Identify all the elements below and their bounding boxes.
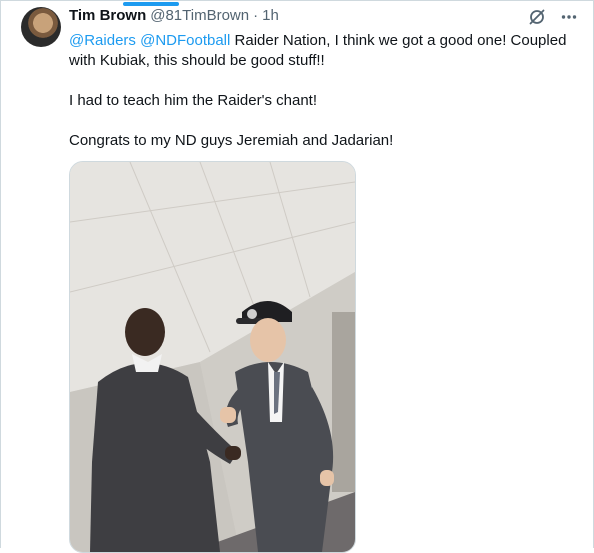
more-icon[interactable] — [559, 7, 579, 27]
tweet-text: @Raiders @NDFootball Raider Nation, I th… — [69, 31, 581, 151]
grok-slash-icon[interactable] — [527, 7, 547, 27]
mention-ndfootball[interactable]: @NDFootball — [140, 32, 230, 49]
mention-raiders[interactable]: @Raiders — [69, 32, 136, 49]
avatar[interactable] — [21, 7, 61, 47]
author-handle[interactable]: @81TimBrown — [150, 7, 249, 24]
tweet-paragraph-3: Congrats to my ND guys Jeremiah and Jada… — [69, 132, 394, 149]
active-tab-indicator — [123, 2, 179, 6]
video-frame — [70, 162, 355, 552]
tweet-paragraph-2: I had to teach him the Raider's chant! — [69, 92, 318, 109]
tweet-header: Tim Brown @81TimBrown · 1h — [69, 7, 279, 24]
tweet-card[interactable]: Tim Brown @81TimBrown · 1h @Raiders @NDF… — [0, 0, 594, 553]
tweet-video[interactable] — [69, 161, 356, 553]
timestamp[interactable]: 1h — [262, 7, 279, 24]
separator-dot: · — [253, 7, 259, 24]
tweet-actions — [527, 7, 579, 27]
author-name[interactable]: Tim Brown — [69, 7, 146, 24]
tweet-paragraph-1: @Raiders @NDFootball Raider Nation, I th… — [69, 31, 581, 71]
